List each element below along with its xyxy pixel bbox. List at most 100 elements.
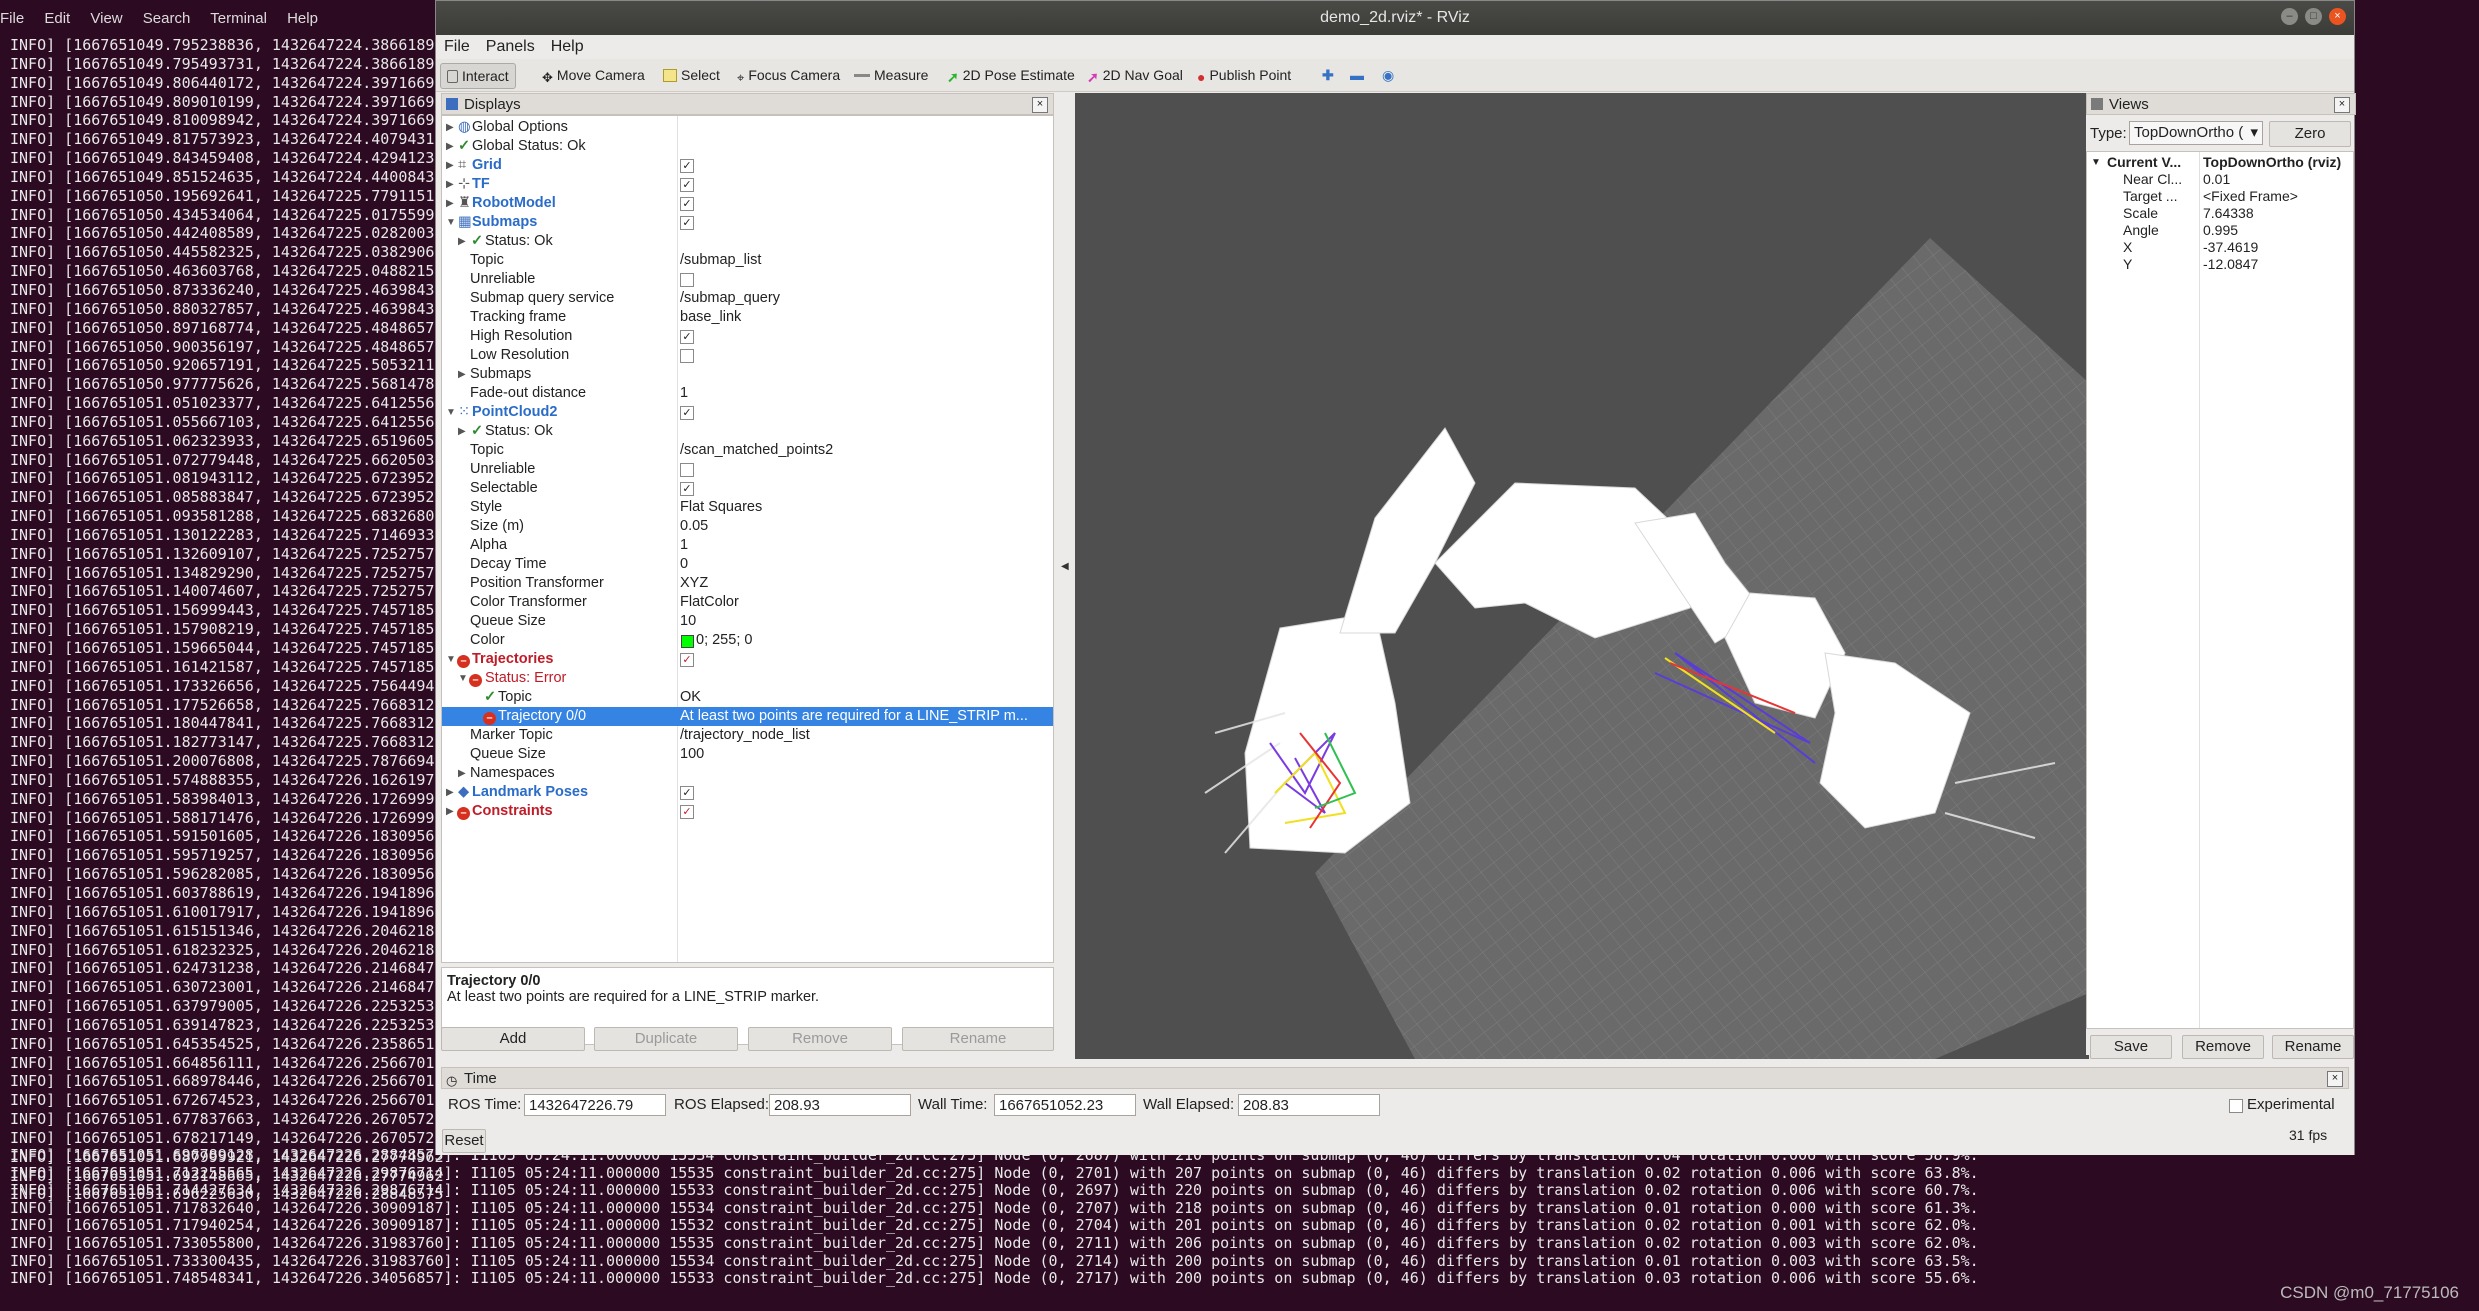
tree-value[interactable]: /submap_query [680, 289, 780, 308]
tree-row-submaps-list[interactable]: ▶ Submaps [442, 365, 1053, 384]
select-tool[interactable]: Select [657, 63, 726, 87]
expand-arrow-icon[interactable]: ▶ [446, 175, 454, 194]
tree-row-submaps[interactable]: ▼ ▦ Submaps ✓ [442, 213, 1053, 232]
wall-elapsed-field[interactable]: 208.83 [1238, 1094, 1380, 1116]
tree-value[interactable]: 0.05 [680, 517, 708, 536]
terminal-menu-help[interactable]: Help [287, 10, 318, 27]
tree-row-submaps-status[interactable]: ▶ ✓ Status: Ok [442, 232, 1053, 251]
tree-row-high-resolution[interactable]: High Resolution ✓ [442, 327, 1053, 346]
views-row-current[interactable]: ▼ Current V... TopDownOrtho (rviz) [2087, 154, 2355, 171]
tree-value[interactable]: 1 [680, 536, 688, 555]
tree-row-pc-decay[interactable]: Decay Time 0 [442, 555, 1053, 574]
tree-value[interactable]: -37.4619 [2203, 239, 2258, 256]
views-row-scale[interactable]: Scale 7.64338 [2087, 205, 2355, 222]
collapse-arrow-icon[interactable]: ▼ [446, 650, 456, 669]
tree-row-global-options[interactable]: ▶ ◍ Global Options [442, 118, 1053, 137]
publish-point-tool[interactable]: ● Publish Point [1191, 63, 1297, 87]
views-row-angle[interactable]: Angle 0.995 [2087, 222, 2355, 239]
tree-value[interactable]: 100 [680, 745, 704, 764]
tree-row-low-resolution[interactable]: Low Resolution [442, 346, 1053, 365]
rename-button[interactable]: Rename [902, 1027, 1054, 1051]
tree-value[interactable]: 1 [680, 384, 688, 403]
expand-arrow-icon[interactable]: ▶ [458, 422, 466, 441]
tree-row-pc-alpha[interactable]: Alpha 1 [442, 536, 1053, 555]
focus-camera-tool[interactable]: ⌖ Focus Camera [731, 63, 846, 87]
tree-value[interactable]: /scan_matched_points2 [680, 441, 833, 460]
collapse-arrow-icon[interactable]: ▼ [2091, 154, 2101, 171]
views-row-x[interactable]: X -37.4619 [2087, 239, 2355, 256]
close-button[interactable]: × [2329, 8, 2346, 25]
views-row-y[interactable]: Y -12.0847 [2087, 256, 2355, 273]
color-swatch[interactable] [681, 635, 694, 648]
menu-help[interactable]: Help [543, 35, 592, 59]
tree-row-tf[interactable]: ▶ ⊹ TF ✓ [442, 175, 1053, 194]
tree-value[interactable]: 0.01 [2203, 171, 2230, 188]
robotmodel-checkbox[interactable]: ✓ [680, 197, 694, 211]
terminal-menu-edit[interactable]: Edit [44, 10, 70, 27]
views-row-near-clip[interactable]: Near Cl... 0.01 [2087, 171, 2355, 188]
tree-row-fade-out[interactable]: Fade-out distance 1 [442, 384, 1053, 403]
pc-selectable-checkbox[interactable]: ✓ [680, 482, 694, 496]
tree-value[interactable]: 0.995 [2203, 222, 2238, 239]
interact-tool[interactable]: Interact [440, 63, 516, 89]
tree-value[interactable]: XYZ [680, 574, 708, 593]
tool-properties-icon[interactable]: ◉ [1376, 63, 1400, 87]
tree-row-pc-color[interactable]: Color 0; 255; 0 [442, 631, 1053, 650]
duplicate-button[interactable]: Duplicate [594, 1027, 738, 1051]
tree-value[interactable]: -12.0847 [2203, 256, 2258, 273]
expand-arrow-icon[interactable]: ▶ [446, 137, 454, 156]
tree-row-constraints[interactable]: ▶ – Constraints ✓ [442, 802, 1053, 821]
tree-row-trajectories[interactable]: ▼ – Trajectories ✓ [442, 650, 1053, 669]
tree-row-marker-topic[interactable]: Marker Topic/trajectory_node_list [442, 726, 1053, 745]
tree-row-submap-query[interactable]: Submap query service/submap_query [442, 289, 1053, 308]
tree-row-traj-status[interactable]: ▼ – Status: Error [442, 669, 1053, 688]
grid-checkbox[interactable]: ✓ [680, 159, 694, 173]
displays-close-icon[interactable]: × [1032, 97, 1048, 113]
expand-arrow-icon[interactable]: ▶ [446, 783, 454, 802]
tree-value[interactable]: 0 [680, 555, 688, 574]
pc-unreliable-checkbox[interactable] [680, 463, 694, 477]
zero-button[interactable]: Zero [2269, 121, 2351, 147]
collapse-arrow-icon[interactable]: ▼ [446, 213, 456, 232]
collapse-arrow-icon[interactable]: ▼ [446, 403, 456, 422]
expand-arrow-icon[interactable]: ▶ [446, 802, 454, 821]
views-save-button[interactable]: Save [2090, 1035, 2172, 1059]
views-row-target-frame[interactable]: Target ... <Fixed Frame> [2087, 188, 2355, 205]
tree-row-pc-color-transformer[interactable]: Color Transformer FlatColor [442, 593, 1053, 612]
move-camera-tool[interactable]: ✥ Move Camera [536, 63, 651, 87]
terminal-menu-view[interactable]: View [90, 10, 122, 27]
terminal-menu-search[interactable]: Search [143, 10, 191, 27]
views-close-icon[interactable]: × [2334, 97, 2350, 113]
tree-row-pc-queue[interactable]: Queue Size 10 [442, 612, 1053, 631]
terminal-menu-file[interactable]: File [0, 10, 24, 27]
expand-arrow-icon[interactable]: ▶ [446, 118, 454, 137]
tree-row-traj-queue[interactable]: Queue Size 100 [442, 745, 1053, 764]
tree-row-landmark-poses[interactable]: ▶ ◆ Landmark Poses ✓ [442, 783, 1053, 802]
trajectories-checkbox[interactable]: ✓ [680, 653, 694, 667]
expand-arrow-icon[interactable]: ▶ [458, 232, 466, 251]
experimental-checkbox[interactable] [2229, 1099, 2243, 1113]
tree-row-pc-position-transformer[interactable]: Position Transformer XYZ [442, 574, 1053, 593]
left-splitter-arrow-icon[interactable]: ◀ [1061, 561, 1069, 572]
tree-row-submaps-topic[interactable]: Topic/submap_list [442, 251, 1053, 270]
tree-row-submaps-unreliable[interactable]: Unreliable [442, 270, 1053, 289]
tree-value[interactable]: base_link [680, 308, 741, 327]
remove-button[interactable]: Remove [748, 1027, 892, 1051]
tree-row-trajectory-0-0[interactable]: – Trajectory 0/0 At least two points are r… [442, 707, 1053, 726]
tree-row-pc-style[interactable]: Style Flat Squares [442, 498, 1053, 517]
tree-row-pc-size[interactable]: Size (m) 0.05 [442, 517, 1053, 536]
constraints-checkbox[interactable]: ✓ [680, 805, 694, 819]
maximize-button[interactable]: □ [2305, 8, 2322, 25]
tree-row-pc-selectable[interactable]: Selectable ✓ [442, 479, 1053, 498]
submaps-checkbox[interactable]: ✓ [680, 216, 694, 230]
remove-tool-icon[interactable]: ▬ [1344, 63, 1370, 87]
3d-viewport[interactable] [1075, 93, 2089, 1059]
tree-value[interactable]: FlatColor [680, 593, 739, 612]
expand-arrow-icon[interactable]: ▶ [446, 194, 454, 213]
tree-value[interactable]: /trajectory_node_list [680, 726, 810, 745]
tree-value[interactable]: 7.64338 [2203, 205, 2254, 222]
collapse-arrow-icon[interactable]: ▼ [458, 669, 468, 688]
expand-arrow-icon[interactable]: ▶ [446, 156, 454, 175]
tree-row-pointcloud2[interactable]: ▼ ⁙ PointCloud2 ✓ [442, 403, 1053, 422]
tree-row-traj-topic[interactable]: ✓ Topic OK [442, 688, 1053, 707]
